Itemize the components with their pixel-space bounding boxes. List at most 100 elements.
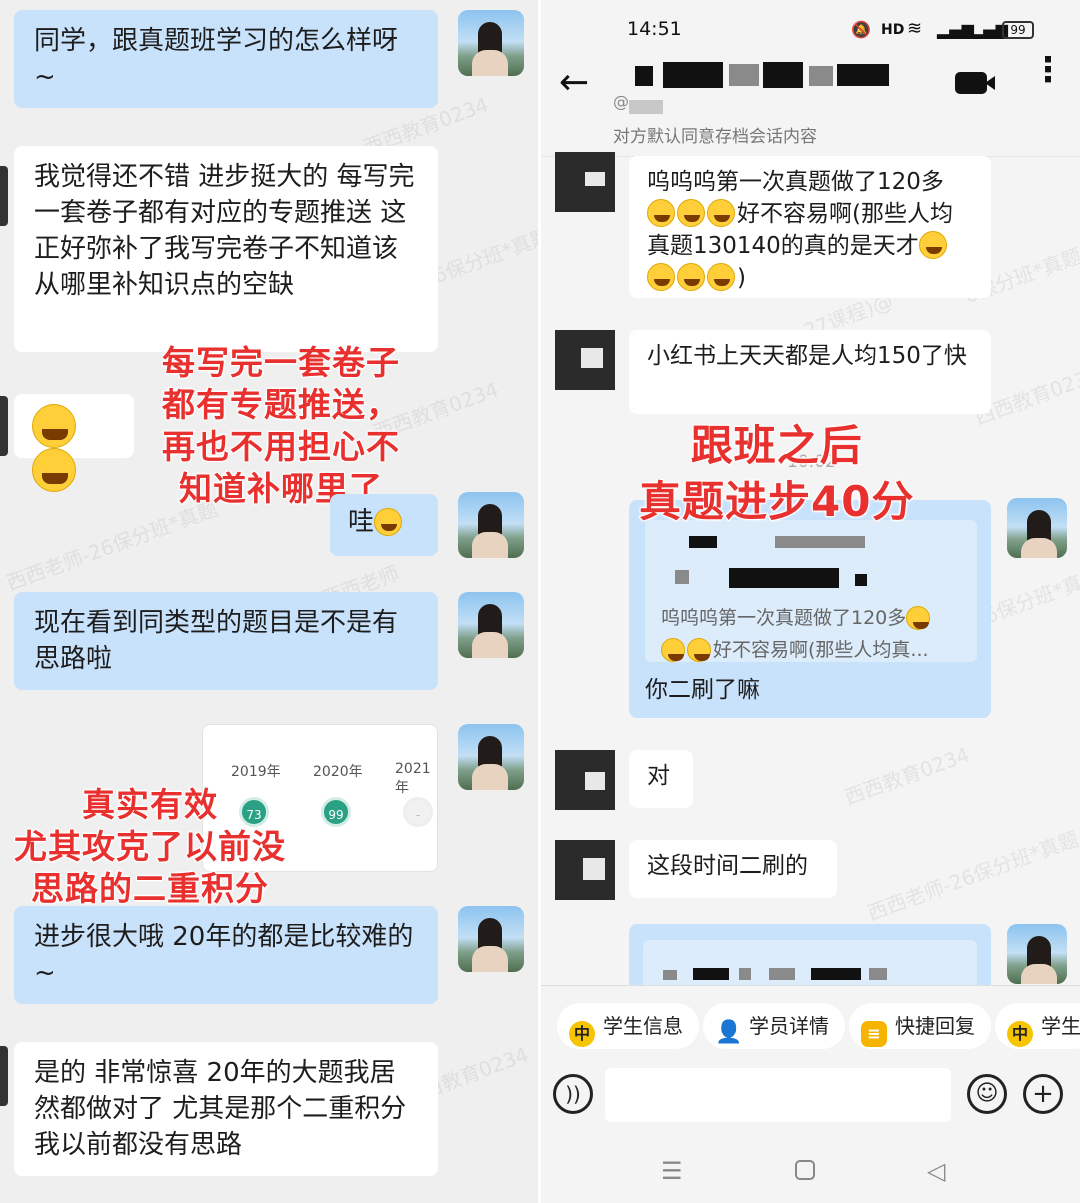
quick-action-student[interactable]: 中学生 <box>995 1003 1080 1049</box>
signal-icon: ▂▄▆ <box>937 20 974 39</box>
grinning-emoji-icon <box>32 404 76 448</box>
user-avatar[interactable] <box>1007 924 1067 984</box>
chat-message[interactable]: 是的 非常惊喜 20年的大题我居然都做对了 尤其是那个二重积分 我以前都没有思路 <box>14 1042 438 1176</box>
chat-message[interactable]: 小红书上天天都是人均150了快 <box>629 330 991 414</box>
overlay-line: 再也不用担心不 <box>161 426 400 467</box>
battery-icon: 99 <box>1002 21 1034 39</box>
partial-message[interactable] <box>629 924 991 1000</box>
back-arrow-icon[interactable]: ← <box>559 62 589 103</box>
add-attachment-icon[interactable]: + <box>1023 1074 1063 1114</box>
chat-message[interactable]: 哇 <box>330 494 438 556</box>
overlay-line: 思路的二重积分 <box>30 868 269 909</box>
quoted-text: 呜呜呜第一次真题做了120多 <box>661 607 907 629</box>
overlay-line: 真实有效 <box>81 784 218 825</box>
student-info-icon: 中 <box>569 1021 595 1047</box>
year-header: 2021年 <box>395 761 431 796</box>
chat-message[interactable]: 我觉得还不错 进步挺大的 每写完一套卷子都有对应的专题推送 这正好弥补了我写完卷… <box>14 146 438 352</box>
message-text: 呜呜呜第一次真题做了120多 <box>647 169 944 195</box>
contact-handle: @ <box>613 92 629 111</box>
year-header: 2019年 <box>231 764 281 780</box>
more-menu-icon[interactable]: ⋮ <box>1031 53 1065 87</box>
user-avatar[interactable] <box>458 492 524 558</box>
chip-label: 快捷回复 <box>895 1014 975 1038</box>
quote-reply-message[interactable]: 呜呜呜第一次真题做了120多 好不容易啊(那些人均真... 你二刷了嘛 <box>629 500 991 718</box>
hd-icon: HD <box>881 22 905 38</box>
user-avatar[interactable] <box>1007 498 1067 558</box>
message-text: 这段时间二刷的 <box>647 853 808 879</box>
chat-message[interactable]: 进步很大哦 20年的都是比较难的~ <box>14 906 438 1004</box>
status-time: 14:51 <box>627 18 682 40</box>
user-avatar[interactable] <box>458 906 524 972</box>
message-text: 真题130140的真的是天才 <box>647 233 919 259</box>
grinning-emoji-icon <box>32 448 76 492</box>
laugh-cry-emoji-icon <box>707 263 735 291</box>
watermark: 西西老师-26保分班*真题 <box>864 826 1080 926</box>
chip-label: 学生 <box>1041 1014 1080 1038</box>
chat-message[interactable]: 这段时间二刷的 <box>629 840 837 898</box>
message-input[interactable] <box>605 1068 951 1122</box>
contact-avatar[interactable] <box>555 750 615 810</box>
student-icon: 中 <box>1007 1021 1033 1047</box>
voice-input-icon[interactable]: )) <box>553 1074 593 1114</box>
nav-home-icon[interactable] <box>795 1160 815 1180</box>
chat-message[interactable]: 现在看到同类型的题目是不是有思路啦 <box>14 592 438 690</box>
laugh-cry-emoji-icon <box>647 199 675 227</box>
nav-back-icon[interactable]: ◁ <box>927 1157 945 1185</box>
quick-action-quick-reply[interactable]: ≡ 快捷回复 <box>849 1003 991 1049</box>
quick-reply-icon: ≡ <box>861 1021 887 1047</box>
contact-avatar[interactable] <box>0 166 8 226</box>
student-detail-icon: 👤 <box>715 1020 743 1046</box>
emoji-picker-icon[interactable]: ☺ <box>967 1074 1007 1114</box>
contact-avatar[interactable] <box>555 840 615 900</box>
message-text: ) <box>737 265 746 291</box>
overlay-line: 跟班之后 <box>690 420 863 471</box>
laugh-cry-emoji-icon <box>687 638 711 662</box>
chat-message[interactable]: 呜呜呜第一次真题做了120多 好不容易啊(那些人均 真题130140的真的是天才… <box>629 156 991 298</box>
contact-avatar[interactable] <box>0 1046 8 1106</box>
archive-notice: 对方默认同意存档会话内容 <box>613 127 817 147</box>
laugh-cry-emoji-icon <box>906 606 931 630</box>
contact-handle-redacted <box>629 100 663 114</box>
quick-action-student-detail[interactable]: 👤 学员详情 <box>703 1003 845 1049</box>
message-text: 好不容易啊(那些人均 <box>737 201 953 227</box>
laugh-cry-emoji-icon <box>677 263 705 291</box>
message-text: 同学，跟真题班学习的怎么样呀~ <box>34 26 399 92</box>
promo-overlay: 每写完一套卷子 都有专题推送， 再也不用担心不 知道补哪里了 <box>161 342 400 510</box>
score-badge: 99 <box>321 797 351 827</box>
message-text: 我觉得还不错 进步挺大的 每写完一套卷子都有对应的专题推送 这正好弥补了我写完卷… <box>34 162 415 300</box>
laugh-cry-emoji-icon <box>677 199 705 227</box>
message-text: 对 <box>647 763 670 789</box>
laugh-cry-emoji-icon <box>647 263 675 291</box>
promo-overlay: 跟班之后 真题进步40分 <box>638 418 915 530</box>
overlay-line: 真题进步40分 <box>638 476 915 527</box>
mute-icon: 🔕 <box>851 20 871 39</box>
contact-avatar[interactable] <box>555 330 615 390</box>
contact-avatar[interactable] <box>555 152 615 212</box>
quoted-text: 好不容易啊(那些人均真... <box>713 639 929 661</box>
overlay-line: 尤其攻克了以前没 <box>13 826 286 867</box>
shy-emoji-icon <box>374 508 403 536</box>
emoji-message[interactable] <box>14 394 134 492</box>
chip-label: 学员详情 <box>749 1014 829 1038</box>
message-text: 现在看到同类型的题目是不是有思路啦 <box>34 608 399 674</box>
right-chat-screenshot: 6保分班*真题 西西教育0234 27课程)@ 6保分班*真题 西西教育0234… <box>541 0 1080 1203</box>
video-call-icon[interactable] <box>955 72 987 94</box>
chip-label: 学生信息 <box>603 1014 683 1038</box>
quick-action-student-info[interactable]: 中学生信息 <box>557 1003 699 1049</box>
nav-menu-icon[interactable]: ☰ <box>661 1157 683 1185</box>
chat-message[interactable]: 对 <box>629 750 693 808</box>
laugh-cry-emoji-icon <box>918 231 947 259</box>
quoted-message[interactable]: 呜呜呜第一次真题做了120多 好不容易啊(那些人均真... <box>645 520 977 662</box>
user-avatar[interactable] <box>458 592 524 658</box>
year-header: 2020年 <box>313 764 363 780</box>
chat-message[interactable]: 同学，跟真题班学习的怎么样呀~ <box>14 10 438 108</box>
message-text: 哇 <box>348 507 375 537</box>
overlay-line: 都有专题推送， <box>161 384 400 425</box>
laugh-cry-emoji-icon <box>661 638 685 662</box>
contact-avatar[interactable] <box>0 396 8 456</box>
user-avatar[interactable] <box>458 10 524 76</box>
message-text: 你二刷了嘛 <box>645 677 760 703</box>
left-chat-screenshot: 西西教育0234 6保分班*真题 西西教育0234 西西老师-26保分班*真题 … <box>0 0 538 1203</box>
message-text: 是的 非常惊喜 20年的大题我居然都做对了 尤其是那个二重积分 我以前都没有思路 <box>34 1058 407 1160</box>
user-avatar[interactable] <box>458 724 524 790</box>
